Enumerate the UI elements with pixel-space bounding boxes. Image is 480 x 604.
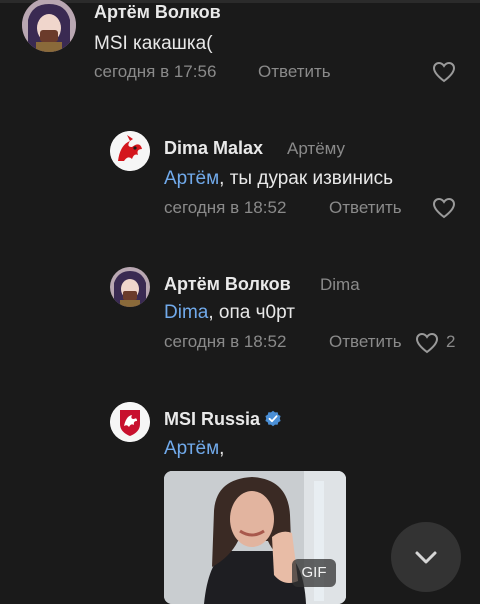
avatar[interactable] xyxy=(110,267,150,307)
comment-time: сегодня в 18:52 xyxy=(164,198,287,217)
mention-link[interactable]: Dima xyxy=(164,302,208,323)
avatar[interactable] xyxy=(22,0,76,52)
avatar[interactable] xyxy=(110,402,150,442)
verified-badge-icon xyxy=(265,410,281,427)
dragon-logo-icon xyxy=(110,131,150,171)
scroll-to-bottom-button[interactable] xyxy=(391,522,461,592)
heart-icon[interactable] xyxy=(432,61,456,83)
reply-to-label[interactable]: Артёму xyxy=(287,139,345,159)
comment-body: , xyxy=(219,438,225,459)
comment-author[interactable]: MSI Russia xyxy=(164,409,282,430)
msi-logo-icon xyxy=(110,402,150,442)
reply-button[interactable]: Ответить xyxy=(329,198,402,218)
avatar[interactable] xyxy=(110,131,150,171)
heart-icon[interactable] xyxy=(415,332,439,354)
comment-text: MSI какашка( xyxy=(94,33,213,54)
comment-text: Dima, опа ч0рт xyxy=(164,302,295,324)
mention-link[interactable]: Артём xyxy=(164,168,219,189)
comment-text: Артём, xyxy=(164,438,224,460)
reply-button[interactable]: Ответить xyxy=(258,62,331,82)
avatar-image xyxy=(110,267,150,307)
reply-button[interactable]: Ответить xyxy=(329,332,402,352)
avatar-image xyxy=(22,0,76,52)
mention-link[interactable]: Артём xyxy=(164,438,219,459)
gif-attachment[interactable]: GIF xyxy=(164,471,346,604)
gif-badge: GIF xyxy=(292,559,336,587)
comment-text: Артём, ты дурак извинись xyxy=(164,168,393,190)
chevron-down-icon xyxy=(415,551,437,564)
top-divider xyxy=(0,0,480,3)
comment-author[interactable]: Dima Malax xyxy=(164,138,263,159)
comment-author[interactable]: Артём Волков xyxy=(164,274,291,295)
comment-time: сегодня в 18:52 xyxy=(164,332,287,351)
comment-time: сегодня в 17:56 xyxy=(94,62,217,81)
heart-icon[interactable] xyxy=(432,197,456,219)
reply-to-label[interactable]: Dima xyxy=(320,275,360,295)
like-count: 2 xyxy=(446,332,456,351)
author-name: MSI Russia xyxy=(164,409,261,429)
comment-body: , опа ч0рт xyxy=(208,302,295,323)
comment-body: , ты дурак извинись xyxy=(219,168,393,189)
comment-author[interactable]: Артём Волков xyxy=(94,2,221,23)
